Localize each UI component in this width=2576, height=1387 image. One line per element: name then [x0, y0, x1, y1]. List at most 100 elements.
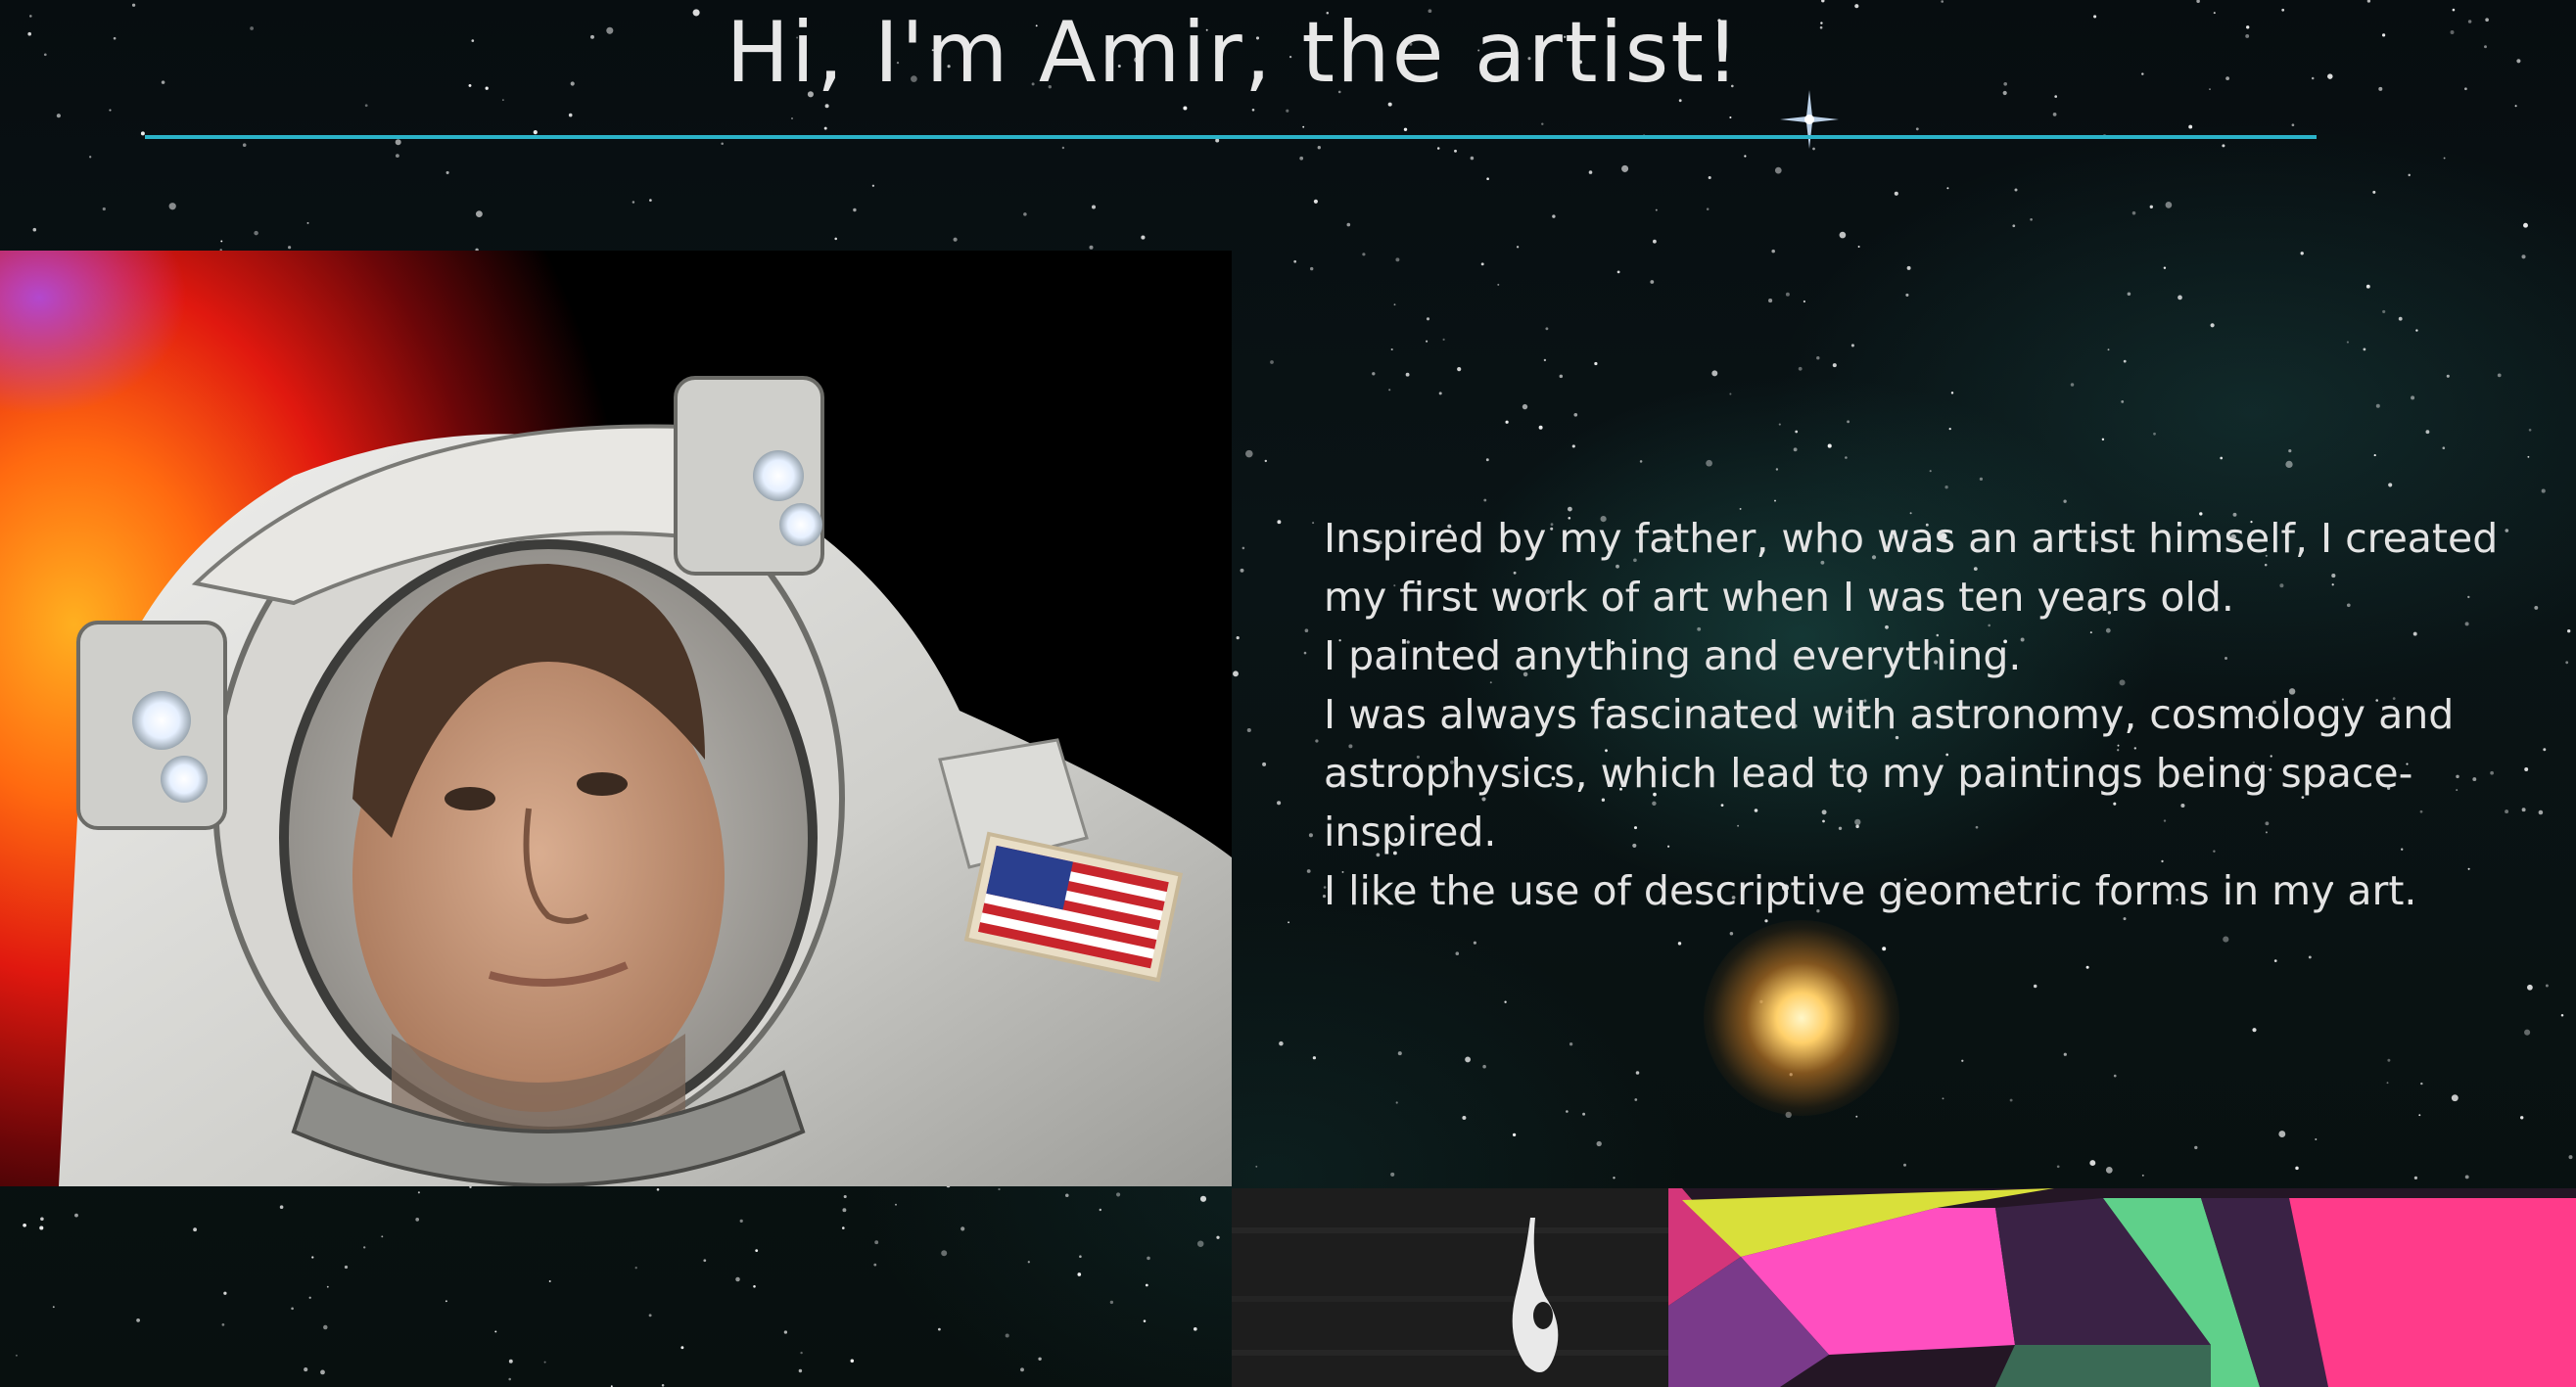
- star: [2278, 1131, 2286, 1138]
- star: [1706, 208, 1710, 210]
- star: [2153, 432, 2156, 436]
- star: [2528, 428, 2532, 432]
- star: [2252, 1028, 2257, 1033]
- star: [1308, 833, 1313, 838]
- star: [2085, 965, 2089, 969]
- star: [1317, 146, 1321, 150]
- star: [2565, 661, 2569, 665]
- star: [1116, 1192, 1121, 1197]
- star: [1099, 1208, 1102, 1212]
- star: [1141, 235, 1146, 240]
- star: [1778, 423, 1781, 426]
- star: [2411, 395, 2415, 400]
- star: [1522, 403, 1528, 410]
- star: [1426, 317, 1430, 321]
- star: [2497, 373, 2502, 378]
- star: [1183, 106, 1188, 111]
- star: [2070, 383, 2075, 387]
- star: [1650, 280, 1655, 284]
- star: [1729, 393, 1732, 395]
- star: [1950, 392, 1954, 394]
- star: [2101, 438, 2105, 441]
- star: [1465, 1056, 1472, 1063]
- star: [1145, 1283, 1148, 1287]
- star: [1653, 239, 1657, 244]
- star: [1240, 568, 1244, 573]
- star: [1215, 138, 1220, 143]
- star: [395, 139, 401, 146]
- star: [445, 1300, 447, 1303]
- star: [1516, 246, 1520, 249]
- star: [2415, 329, 2418, 332]
- star: [1905, 293, 1909, 297]
- star: [755, 1249, 759, 1252]
- star: [1512, 1133, 1517, 1137]
- star: [648, 1314, 652, 1318]
- star: [1454, 149, 1457, 153]
- star: [2418, 1114, 2421, 1117]
- star: [2386, 1082, 2389, 1085]
- star: [508, 1377, 511, 1381]
- star: [2442, 446, 2446, 450]
- star: [56, 114, 61, 118]
- star: [2516, 59, 2521, 64]
- star: [168, 203, 176, 210]
- star: [1486, 177, 1489, 181]
- star: [1929, 470, 1932, 473]
- star: [1270, 360, 1274, 364]
- star: [1193, 1326, 1197, 1331]
- star: [1569, 1042, 1573, 1046]
- star: [842, 1208, 847, 1213]
- star: [2063, 1052, 2067, 1056]
- star: [1346, 222, 1351, 227]
- star: [2273, 959, 2277, 962]
- star: [136, 1318, 140, 1322]
- star: [938, 1327, 941, 1331]
- star: [494, 1330, 497, 1333]
- star: [1946, 187, 1949, 190]
- star: [2568, 1155, 2573, 1160]
- dark-wood-painting[interactable]: [1232, 1188, 1668, 1387]
- star: [1277, 801, 1282, 806]
- star: [941, 1250, 948, 1257]
- star: [2484, 45, 2487, 49]
- star: [2223, 936, 2229, 943]
- star: [1310, 266, 1314, 271]
- star: [753, 1285, 756, 1288]
- star: [533, 130, 538, 135]
- star: [2346, 341, 2349, 344]
- star: [1216, 1235, 1220, 1239]
- star: [2372, 190, 2376, 194]
- star: [2105, 1167, 2113, 1174]
- star: [2188, 124, 2193, 129]
- star: [1613, 1177, 1616, 1179]
- star: [304, 1367, 308, 1372]
- star: [1092, 205, 1096, 209]
- sun-glow: [1704, 920, 1899, 1116]
- star: [1855, 1115, 1858, 1118]
- star: [1816, 356, 1820, 360]
- star: [2514, 105, 2517, 108]
- geometric-painting[interactable]: [1668, 1188, 2576, 1387]
- star: [2222, 144, 2225, 148]
- star: [1775, 468, 1779, 471]
- star: [1485, 458, 1489, 462]
- star: [1480, 262, 1484, 266]
- star: [1313, 199, 1318, 204]
- star: [2163, 266, 2167, 269]
- star: [1199, 1195, 1207, 1202]
- star: [1711, 370, 1718, 377]
- star: [1845, 456, 1848, 459]
- star: [871, 184, 875, 187]
- star: [1395, 1101, 1398, 1104]
- star: [2451, 1094, 2459, 1102]
- star: [1857, 246, 1860, 248]
- star: [1744, 155, 1747, 158]
- star: [52, 1306, 55, 1309]
- star: [2165, 202, 2173, 208]
- star: [1077, 1272, 1082, 1276]
- star: [1559, 374, 1564, 379]
- star: [1504, 1000, 1507, 1003]
- star: [2446, 374, 2450, 378]
- star: [1915, 127, 1919, 131]
